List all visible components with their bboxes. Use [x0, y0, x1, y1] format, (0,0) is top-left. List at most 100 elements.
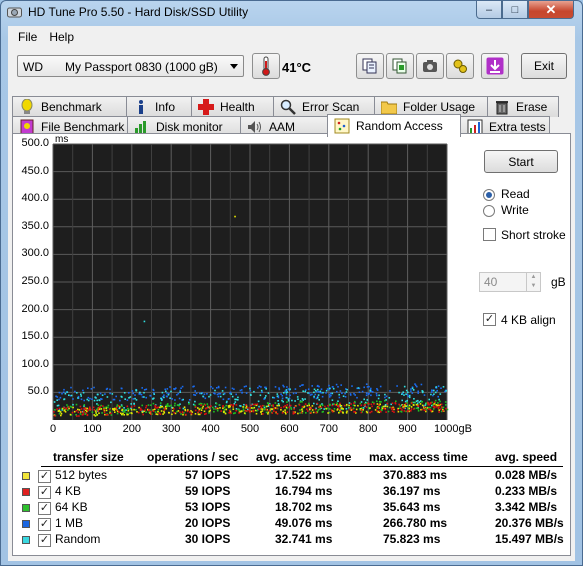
short-stroke-spinbox[interactable]: 40 ▲ ▼ — [479, 272, 541, 292]
data-point — [257, 387, 259, 389]
screenshot-button[interactable] — [416, 53, 444, 79]
data-point — [110, 401, 112, 404]
data-point — [366, 411, 369, 414]
exit-button[interactable]: Exit — [521, 53, 567, 79]
data-point — [96, 393, 99, 396]
data-point — [217, 395, 220, 398]
short-stroke-value: 40 — [484, 275, 498, 289]
tab-erase[interactable]: Erase — [487, 96, 559, 117]
data-point — [141, 387, 143, 389]
data-point — [125, 409, 127, 411]
data-point — [66, 404, 68, 406]
data-point — [381, 407, 384, 410]
data-point — [123, 392, 126, 394]
data-point — [439, 400, 441, 403]
data-point — [87, 399, 90, 402]
data-point — [276, 413, 279, 415]
series-checkbox[interactable]: ✓ — [38, 518, 51, 531]
data-point — [222, 407, 224, 410]
start-button[interactable]: Start — [484, 150, 558, 173]
data-point — [90, 388, 93, 390]
data-point — [109, 388, 111, 391]
series-checkbox[interactable]: ✓ — [38, 534, 51, 547]
data-point — [439, 393, 442, 395]
title-bar[interactable]: HD Tune Pro 5.50 - Hard Disk/SSD Utility… — [1, 1, 582, 25]
data-point — [426, 407, 429, 409]
data-point — [331, 410, 334, 413]
data-point — [56, 399, 58, 401]
data-point — [205, 407, 207, 410]
series-checkbox[interactable]: ✓ — [38, 486, 51, 499]
data-point — [371, 391, 374, 393]
data-point — [434, 399, 437, 402]
data-point — [128, 397, 130, 399]
write-radio[interactable] — [483, 205, 495, 217]
copy-text-button[interactable] — [356, 53, 384, 79]
data-point — [177, 392, 180, 395]
series-checkbox[interactable]: ✓ — [38, 470, 51, 483]
data-point — [307, 392, 309, 394]
save-button[interactable] — [481, 53, 509, 79]
data-point — [297, 398, 299, 400]
minimize-button[interactable]: – — [476, 1, 502, 19]
data-point — [153, 393, 155, 395]
data-point — [105, 409, 108, 412]
data-point — [406, 393, 409, 396]
tab-health[interactable]: Health — [191, 96, 274, 117]
data-point — [131, 390, 134, 392]
data-point — [225, 404, 227, 407]
data-point — [133, 402, 135, 405]
data-point — [139, 407, 142, 410]
data-point — [72, 398, 74, 400]
data-point — [234, 398, 236, 401]
short-stroke-checkbox[interactable] — [483, 228, 496, 241]
data-point — [345, 412, 348, 414]
data-point — [96, 403, 98, 405]
read-radio[interactable] — [483, 189, 495, 201]
data-point — [72, 406, 74, 409]
spin-arrows-icon[interactable]: ▲ ▼ — [526, 273, 540, 291]
avg-speed-cell: 20.376 MB/s — [495, 516, 564, 530]
temperature-button[interactable] — [252, 53, 280, 79]
data-point — [345, 391, 348, 393]
data-point — [70, 386, 72, 389]
data-point — [194, 390, 196, 392]
data-point — [249, 387, 251, 390]
data-point — [346, 410, 348, 413]
data-point — [225, 401, 228, 404]
menu-file[interactable]: File — [12, 26, 43, 48]
drive-select[interactable]: WD My Passport 0830 (1000 gB) — [17, 55, 244, 77]
copy-all-button[interactable] — [386, 53, 414, 79]
tab-info[interactable]: Info — [126, 96, 192, 117]
data-point — [328, 411, 331, 414]
menu-help[interactable]: Help — [43, 26, 80, 48]
data-point — [163, 396, 165, 399]
data-point — [145, 406, 147, 409]
data-point — [261, 391, 263, 393]
data-point — [325, 392, 327, 394]
tab-random-access[interactable]: Random Access — [327, 114, 461, 137]
data-point — [280, 406, 282, 409]
data-point — [68, 394, 70, 396]
close-button[interactable]: ✕ — [528, 1, 574, 19]
align-checkbox[interactable]: ✓ — [483, 313, 496, 326]
data-point — [371, 405, 373, 408]
maximize-button[interactable]: □ — [502, 1, 528, 19]
data-point — [116, 412, 119, 415]
data-point — [170, 390, 172, 393]
data-point — [271, 408, 274, 410]
data-point — [169, 386, 171, 388]
data-point — [325, 407, 327, 410]
data-point — [93, 399, 96, 402]
data-point — [370, 394, 372, 397]
tab-benchmark[interactable]: Benchmark — [12, 96, 127, 117]
data-point — [286, 411, 289, 413]
transfer-size-cell: 512 bytes — [55, 468, 108, 482]
data-point — [359, 402, 362, 405]
data-point — [237, 396, 239, 399]
data-point — [287, 388, 290, 390]
data-point — [304, 398, 306, 400]
data-point — [329, 392, 332, 395]
options-button[interactable] — [446, 53, 474, 79]
series-checkbox[interactable]: ✓ — [38, 502, 51, 515]
